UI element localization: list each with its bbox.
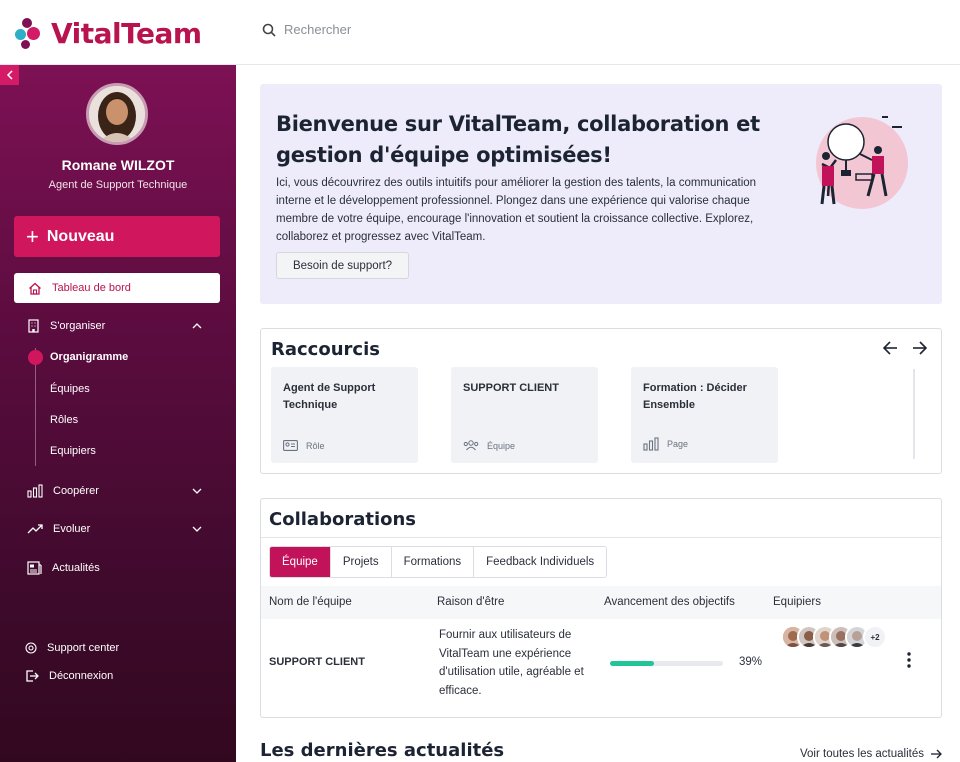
sidebar-item-dashboard[interactable]: Tableau de bord [14,273,220,303]
sidebar-item-support[interactable]: Support center [25,642,119,654]
arrow-left-icon[interactable] [883,341,898,355]
more-options-icon[interactable] [907,652,911,668]
tab-projects[interactable]: Projets [330,547,392,577]
welcome-banner: Bienvenue sur VitalTeam, collaboration e… [260,84,942,304]
home-icon [29,282,41,295]
building-icon [28,319,39,333]
logout-icon [26,670,39,682]
teamwork-illustration [816,116,908,209]
sidebar-item-label: Actualités [52,562,100,574]
sidebar-item-logout[interactable]: Déconnexion [25,669,113,683]
trend-up-icon [27,524,43,534]
see-all-news-link[interactable]: Voir toutes les actualités [800,748,942,760]
shortcut-type: Équipe [463,440,515,451]
carousel-controls [883,341,927,355]
welcome-description: Ici, vous découvrirez des outils intuiti… [276,177,757,243]
column-header[interactable]: Equipiers [773,596,821,608]
sidebar-item-news[interactable]: Actualités [27,561,100,575]
shortcut-title: Formation : Décider Ensemble [643,382,747,411]
divider [261,537,941,538]
search-bar[interactable]: Rechercher [262,22,351,37]
progress-bar [610,661,723,666]
news-section-title: Les dernières actualités [260,740,505,761]
shortcut-type-label: Équipe [487,440,516,451]
shortcut-tile[interactable]: Formation : Décider Ensemble Page [631,367,778,463]
search-placeholder: Rechercher [284,22,352,37]
sidebar-item-label: Déconnexion [49,670,114,682]
sidebar-item-label: Support center [47,642,120,654]
app-name: VitalTeam [51,16,202,50]
sidebar-item-cooperate[interactable]: Coopérer [27,484,212,498]
arrow-right-icon[interactable] [912,341,927,355]
shortcut-type: Page [643,437,688,451]
main-content: Bienvenue sur VitalTeam, collaboration e… [236,65,960,762]
new-button-label: Nouveau [46,227,115,245]
avatar[interactable] [86,83,148,145]
column-header[interactable]: Nom de l'équipe [269,596,352,608]
shortcut-tile[interactable]: Agent de Support Technique Rôle [271,367,418,463]
sidebar-item-label: Coopérer [53,485,99,497]
sidebar: Romane WILZOT Agent de Support Technique… [0,65,236,762]
tab-team[interactable]: Équipe [270,547,331,577]
sidebar-item-organize[interactable]: S'organiser [27,319,212,333]
table-header: Nom de l'équipe Raison d'être Avancement… [261,586,941,619]
collaboration-tabs: Équipe Projets Formations Feedback Indiv… [269,546,608,578]
sidebar-item-label: Evoluer [53,523,91,535]
collaborations-card: Collaborations Équipe Projets Formations… [260,498,942,718]
teammates-avatars[interactable]: +2 [781,625,887,649]
sidebar-item-label: Tableau de bord [52,282,131,294]
team-name: SUPPORT CLIENT [269,656,365,668]
support-button[interactable]: Besoin de support? [276,252,409,279]
shortcuts-card: Raccourcis Agent de Support Technique Rô… [260,328,942,474]
bar-chart-icon [27,484,43,498]
team-purpose: Fournir aux utilisateurs de VitalTeam un… [439,629,584,697]
user-name: Romane WILZOT [61,157,175,173]
progress-fill [610,661,655,666]
new-button[interactable]: + Nouveau [14,216,220,257]
submenu-line [35,348,36,466]
chart-icon [643,437,659,451]
chevron-down-icon[interactable] [192,526,202,532]
chevron-left-icon [6,70,13,80]
team-icon [463,440,479,451]
plus-icon: + [26,223,39,249]
arrow-right-icon [931,749,942,759]
see-all-news-label: Voir toutes les actualités [799,748,924,760]
active-dot [28,350,43,365]
welcome-title: Bienvenue sur VitalTeam, collaboration e… [276,112,760,167]
app-logo[interactable]: VitalTeam [13,16,202,50]
sidebar-subitem-roles[interactable]: Rôles [50,414,78,426]
chevron-down-icon[interactable] [192,488,202,494]
sidebar-subitem-teammates[interactable]: Equipiers [50,445,96,457]
shortcuts-title: Raccourcis [271,339,380,360]
carousel-scroll-edge [913,369,915,459]
lifebuoy-icon [25,642,37,654]
sidebar-item-evolve[interactable]: Evoluer [27,523,212,535]
newspaper-icon [27,561,42,575]
shortcut-type-label: Rôle [306,440,325,451]
shortcut-title: SUPPORT CLIENT [463,382,559,394]
chevron-up-icon[interactable] [192,323,202,329]
shortcut-type-label: Page [667,439,689,449]
shortcut-type: Rôle [283,440,325,451]
sidebar-subitem-org-chart[interactable]: Organigramme [50,351,128,363]
logo-icon [13,16,45,50]
collaborations-title: Collaborations [269,509,417,530]
more-members-badge[interactable]: +2 [863,625,887,649]
sidebar-subitem-teams[interactable]: Équipes [50,383,90,395]
shortcut-title: Agent de Support Technique [283,382,376,411]
top-bar: VitalTeam Rechercher [0,0,960,65]
progress-value: 39% [739,656,763,668]
column-header[interactable]: Avancement des objectifs [604,596,735,608]
shortcut-tile[interactable]: SUPPORT CLIENT Équipe [451,367,598,463]
column-header[interactable]: Raison d'être [437,596,504,608]
tab-trainings[interactable]: Formations [391,547,475,577]
collapse-sidebar-button[interactable] [0,65,19,85]
sidebar-item-label: S'organiser [50,320,106,332]
user-role: Agent de Support Technique [48,179,188,191]
tab-feedback[interactable]: Feedback Individuels [474,547,607,577]
id-card-icon [283,440,298,451]
search-icon [262,23,276,37]
